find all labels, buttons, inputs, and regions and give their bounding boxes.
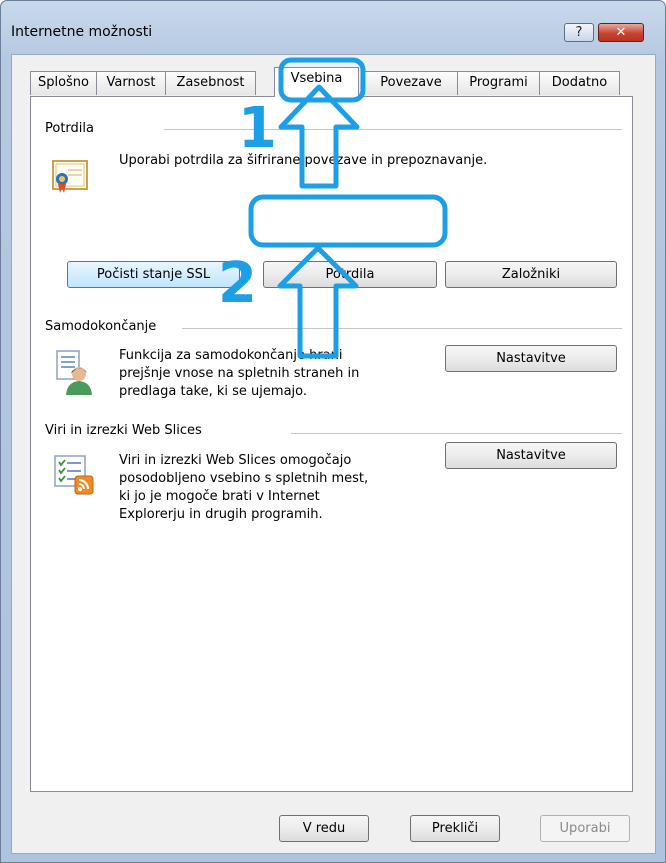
tab-programi[interactable]: Programi xyxy=(457,71,540,95)
tab-zasebnost[interactable]: Zasebnost xyxy=(165,71,256,95)
window-title: Internetne možnosti xyxy=(11,24,153,40)
step1-number: 1 xyxy=(238,96,277,161)
tab-povezave[interactable]: Povezave xyxy=(364,71,458,95)
feeds-desc-line-3: ki jo je mogoče brati v Internet xyxy=(119,489,320,504)
help-button[interactable]: ? xyxy=(564,23,594,42)
feeds-desc-line-4: Explorerju in drugih programih. xyxy=(119,507,323,522)
certificates-button[interactable]: Potrdila xyxy=(263,261,437,288)
autocomplete-settings-button[interactable]: Nastavitve xyxy=(445,345,617,372)
cancel-button[interactable]: Prekliči xyxy=(410,815,500,842)
dialog-client: Splošno Varnost Zasebnost Vsebina Poveza… xyxy=(11,54,656,854)
feeds-desc-line-2: posodobljeno vsebino s spletnih mest, xyxy=(119,471,369,486)
title-bar: Internetne možnosti ? ✕ xyxy=(1,1,665,45)
autocomplete-desc-line-2: prejšnje vnose na spletnih straneh in xyxy=(119,366,360,381)
certificates-divider xyxy=(164,129,622,130)
certificates-label: Potrdila xyxy=(45,121,94,136)
dialog-window: Internetne možnosti ? ✕ Splošno Varnost … xyxy=(0,0,666,863)
ok-button[interactable]: V redu xyxy=(279,815,369,842)
step2-number: 2 xyxy=(218,251,257,316)
feeds-label: Viri in izrezki Web Slices xyxy=(45,423,202,438)
apply-button[interactable]: Uporabi xyxy=(540,815,630,842)
feeds-desc-line-1: Viri in izrezki Web Slices omogočajo xyxy=(119,453,352,468)
certificates-description: Uporabi potrdila za šifrirane povezave i… xyxy=(119,153,488,168)
tab-varnost[interactable]: Varnost xyxy=(96,71,166,95)
tab-splosno[interactable]: Splošno xyxy=(30,71,97,95)
autocomplete-divider xyxy=(182,328,622,329)
autocomplete-icon xyxy=(56,350,92,395)
tab-dodatno[interactable]: Dodatno xyxy=(539,71,620,95)
autocomplete-desc-line-1: Funkcija za samodokončanje hrani xyxy=(119,348,343,363)
clear-ssl-state-button[interactable]: Počisti stanje SSL xyxy=(67,261,240,288)
publishers-button[interactable]: Založniki xyxy=(445,261,617,288)
feeds-divider xyxy=(291,433,622,434)
tab-vsebina[interactable]: Vsebina xyxy=(274,67,359,97)
autocomplete-desc-line-3: predlaga take, ki se ujemajo. xyxy=(119,384,308,399)
close-button[interactable]: ✕ xyxy=(598,23,644,42)
autocomplete-label: Samodokončanje xyxy=(45,319,157,334)
feeds-icon xyxy=(54,455,94,495)
feeds-settings-button[interactable]: Nastavitve xyxy=(445,442,617,469)
certificate-icon xyxy=(52,160,88,193)
content-panel: Potrdila Uporabi potrdila za šifrirane p… xyxy=(30,96,633,792)
